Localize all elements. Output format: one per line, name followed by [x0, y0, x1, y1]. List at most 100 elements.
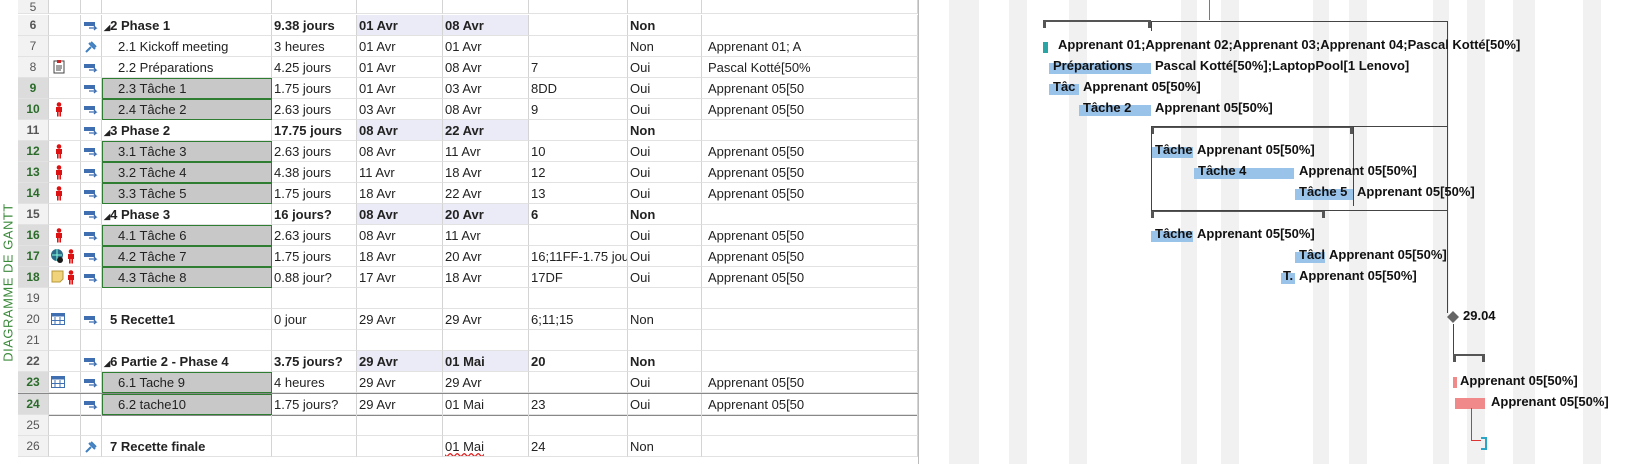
task-name-cell[interactable]: 2.2 Préparations	[102, 57, 272, 78]
table-row[interactable]: 12 3.1 Tâche 3 2.63 jours 08 Avr 11 Avr …	[18, 141, 918, 162]
start-cell[interactable]	[357, 436, 443, 457]
resources-cell[interactable]	[702, 309, 918, 330]
start-cell[interactable]: 01 Avr	[357, 15, 443, 36]
critical-cell[interactable]: Non	[628, 309, 702, 330]
resources-cell[interactable]	[702, 351, 918, 372]
row-number[interactable]: 10	[18, 99, 49, 120]
critical-cell[interactable]: Oui	[628, 183, 702, 204]
table-row[interactable]: 9 2.3 Tâche 1 1.75 jours 01 Avr 03 Avr 8…	[18, 78, 918, 99]
task-name-cell[interactable]	[102, 288, 272, 309]
note-icon[interactable]	[51, 270, 65, 284]
task-name-cell[interactable]: 2.4 Tâche 2	[102, 99, 272, 120]
row-number[interactable]: 25	[18, 415, 49, 436]
task-name-cell[interactable]: ◢6 Partie 2 - Phase 4	[102, 351, 272, 372]
predecessors-cell[interactable]: 7	[529, 57, 628, 78]
resources-cell[interactable]	[702, 15, 918, 36]
row-number[interactable]: 8	[18, 57, 49, 78]
start-cell[interactable]: 08 Avr	[357, 204, 443, 225]
critical-cell[interactable]	[628, 288, 702, 309]
resources-cell[interactable]	[702, 436, 918, 457]
predecessors-cell[interactable]	[529, 372, 628, 393]
resource-overallocated-icon[interactable]	[54, 228, 64, 243]
predecessors-cell[interactable]: 16;11FF-1.75 jou	[529, 246, 628, 267]
table-row[interactable]: 8 2.2 Préparations 4.25 jours 01 Avr 08 …	[18, 57, 918, 78]
predecessors-cell[interactable]: 12	[529, 162, 628, 183]
duration-cell[interactable]: 3 heures	[272, 36, 357, 57]
task-name-cell[interactable]: 2.1 Kickoff meeting	[102, 36, 272, 57]
row-number[interactable]: 14	[18, 183, 49, 204]
row-number[interactable]: 6	[18, 15, 49, 36]
resource-overallocated-icon[interactable]	[54, 165, 64, 180]
critical-cell[interactable]: Oui	[628, 225, 702, 246]
row-number[interactable]: 21	[18, 330, 49, 351]
table-row[interactable]: 18 4.3 Tâche 8 0.88 jour? 17 Avr 18 Avr …	[18, 267, 918, 288]
end-cell[interactable]: 01 Mai	[443, 436, 529, 457]
end-cell[interactable]: 29 Avr	[443, 372, 529, 393]
resources-cell[interactable]: Apprenant 05[50	[702, 183, 918, 204]
table-row[interactable]: 26 7 Recette finale 01 Mai 24 Non	[18, 436, 918, 457]
row-number[interactable]: 23	[18, 372, 49, 393]
predecessors-cell[interactable]: 9	[529, 99, 628, 120]
end-cell[interactable]: 03 Avr	[443, 78, 529, 99]
table-row[interactable]: 16 4.1 Tâche 6 2.63 jours 08 Avr 11 Avr …	[18, 225, 918, 246]
end-cell[interactable]: 18 Avr	[443, 267, 529, 288]
resource-overallocated-icon[interactable]	[54, 186, 64, 201]
row-number[interactable]: 5	[18, 0, 49, 14]
row-number[interactable]: 16	[18, 225, 49, 246]
resource-overallocated-icon[interactable]	[54, 144, 64, 159]
task-name-cell[interactable]	[102, 415, 272, 436]
end-cell[interactable]: 20 Avr	[443, 246, 529, 267]
critical-cell[interactable]: Non	[628, 204, 702, 225]
end-cell[interactable]: 11 Avr	[443, 225, 529, 246]
duration-cell[interactable]: 2.63 jours	[272, 225, 357, 246]
task-name-cell[interactable]	[102, 330, 272, 351]
table-row[interactable]: 6 ◢2 Phase 1 9.38 jours 01 Avr 08 Avr No…	[18, 15, 918, 36]
end-cell[interactable]: 08 Avr	[443, 57, 529, 78]
duration-cell[interactable]: 4.25 jours	[272, 57, 357, 78]
task-name-cell[interactable]: ◢4 Phase 3	[102, 204, 272, 225]
resources-cell[interactable]: Apprenant 05[50	[702, 225, 918, 246]
row-number[interactable]: 17	[18, 246, 49, 267]
resource-overallocated-icon[interactable]	[66, 249, 76, 264]
critical-cell[interactable]: Oui	[628, 162, 702, 183]
task-name-cell[interactable]: 6.2 tache10	[102, 394, 272, 415]
gantt-chart[interactable]: Apprenant 01;Apprenant 02;Apprenant 03;A…	[918, 0, 1632, 464]
critical-cell[interactable]: Non	[628, 36, 702, 57]
critical-cell[interactable]: Oui	[628, 57, 702, 78]
critical-cell[interactable]: Non	[628, 436, 702, 457]
table-row[interactable]: 21	[18, 330, 918, 351]
duration-cell[interactable]: 0.88 jour?	[272, 267, 357, 288]
predecessors-cell[interactable]	[529, 288, 628, 309]
row-number[interactable]: 11	[18, 120, 49, 141]
task-name-cell[interactable]	[102, 0, 272, 14]
resources-cell[interactable]	[702, 330, 918, 351]
end-cell[interactable]: 01 Mai	[443, 351, 529, 372]
start-cell[interactable]: 08 Avr	[357, 120, 443, 141]
resources-cell[interactable]: Apprenant 05[50	[702, 141, 918, 162]
row-number[interactable]: 19	[18, 288, 49, 309]
start-cell[interactable]: 29 Avr	[357, 372, 443, 393]
duration-cell[interactable]: 1.75 jours	[272, 183, 357, 204]
predecessors-cell[interactable]: 17DF	[529, 267, 628, 288]
duration-cell[interactable]: 1.75 jours	[272, 246, 357, 267]
critical-cell[interactable]: Non	[628, 120, 702, 141]
duration-cell[interactable]: 0 jour	[272, 309, 357, 330]
resources-cell[interactable]	[702, 204, 918, 225]
start-cell[interactable]: 17 Avr	[357, 267, 443, 288]
end-cell[interactable]: 01 Mai	[443, 394, 529, 415]
start-cell[interactable]	[357, 288, 443, 309]
predecessors-cell[interactable]: 6;11;15	[529, 309, 628, 330]
table-row[interactable]: 17 4.2 Tâche 7 1.75 jours 18 Avr 20 Avr …	[18, 246, 918, 267]
task-name-cell[interactable]: 3.2 Tâche 4	[102, 162, 272, 183]
critical-cell[interactable]: Oui	[628, 246, 702, 267]
predecessors-cell[interactable]	[529, 330, 628, 351]
end-cell[interactable]: 22 Avr	[443, 183, 529, 204]
row-number[interactable]: 9	[18, 78, 49, 99]
manual-task-bracket-icon[interactable]	[1479, 437, 1489, 451]
task-bar-tache10[interactable]	[1455, 398, 1485, 409]
task-name-cell[interactable]: 3.1 Tâche 3	[102, 141, 272, 162]
task-bar-kickoff[interactable]	[1043, 42, 1048, 53]
resources-cell[interactable]: Apprenant 05[50	[702, 372, 918, 393]
resources-cell[interactable]: Apprenant 05[50	[702, 162, 918, 183]
note-icon[interactable]	[52, 59, 68, 75]
